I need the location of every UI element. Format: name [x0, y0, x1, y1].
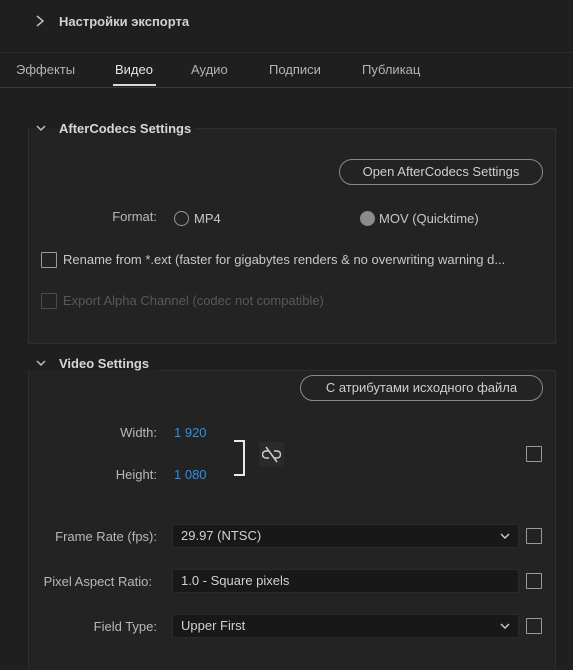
format-mp4-label[interactable]: MP4 [194, 211, 221, 226]
pixel-aspect-ratio-label: Pixel Aspect Ratio: [43, 574, 152, 589]
field-type-override-checkbox[interactable] [526, 618, 542, 634]
section-divider [158, 370, 556, 371]
tab-publish[interactable]: Публикац [362, 62, 420, 77]
match-source-button[interactable]: С атрибутами исходного файла [300, 375, 543, 401]
field-type-select[interactable]: Upper First [172, 614, 519, 638]
tab-captions[interactable]: Подписи [269, 62, 321, 77]
pixel-aspect-ratio-select[interactable]: 1.0 - Square pixels [172, 569, 519, 593]
export-settings-title: Настройки экспорта [59, 14, 190, 29]
export-alpha-label: Export Alpha Channel (codec not compatib… [63, 293, 324, 308]
unlink-icon [262, 446, 281, 463]
field-type-value: Upper First [181, 618, 246, 633]
field-type-label: Field Type: [93, 619, 157, 634]
chevron-down-icon [500, 533, 510, 539]
open-aftercodecs-settings-button[interactable]: Open AfterCodecs Settings [339, 159, 543, 185]
height-value[interactable]: 1 080 [174, 467, 207, 482]
format-mp4-radio[interactable] [174, 211, 189, 226]
dimensions-override-checkbox[interactable] [526, 446, 542, 462]
chevron-down-icon [500, 623, 510, 629]
frame-rate-override-checkbox[interactable] [526, 528, 542, 544]
frame-rate-label: Frame Rate (fps): [55, 529, 157, 544]
frame-rate-value: 29.97 (NTSC) [181, 528, 262, 543]
tab-audio[interactable]: Аудио [191, 62, 228, 77]
section-divider [196, 128, 556, 129]
format-mov-radio[interactable] [360, 211, 375, 226]
frame-rate-select[interactable]: 29.97 (NTSC) [172, 524, 519, 548]
export-alpha-checkbox [41, 293, 57, 309]
rename-ext-checkbox[interactable] [41, 252, 57, 268]
pixel-aspect-ratio-value: 1.0 - Square pixels [181, 573, 290, 588]
tab-effects[interactable]: Эффекты [16, 62, 75, 77]
aspect-link-bracket [234, 440, 245, 476]
video-settings-title[interactable]: Video Settings [59, 356, 149, 371]
chevron-down-icon[interactable] [35, 123, 47, 133]
height-label: Height: [115, 467, 157, 482]
rename-ext-label[interactable]: Rename from *.ext (faster for gigabytes … [63, 252, 533, 267]
chevron-right-icon[interactable] [34, 14, 46, 28]
tab-video[interactable]: Видео [115, 62, 153, 77]
format-mov-label[interactable]: MOV (Quicktime) [379, 211, 479, 226]
pixel-aspect-override-checkbox[interactable] [526, 573, 542, 589]
aftercodecs-section-title[interactable]: AfterCodecs Settings [59, 121, 191, 136]
active-tab-underline [113, 84, 156, 86]
width-value[interactable]: 1 920 [174, 425, 207, 440]
width-label: Width: [120, 425, 157, 440]
format-label: Format: [112, 209, 157, 224]
chevron-down-icon[interactable] [35, 358, 47, 368]
